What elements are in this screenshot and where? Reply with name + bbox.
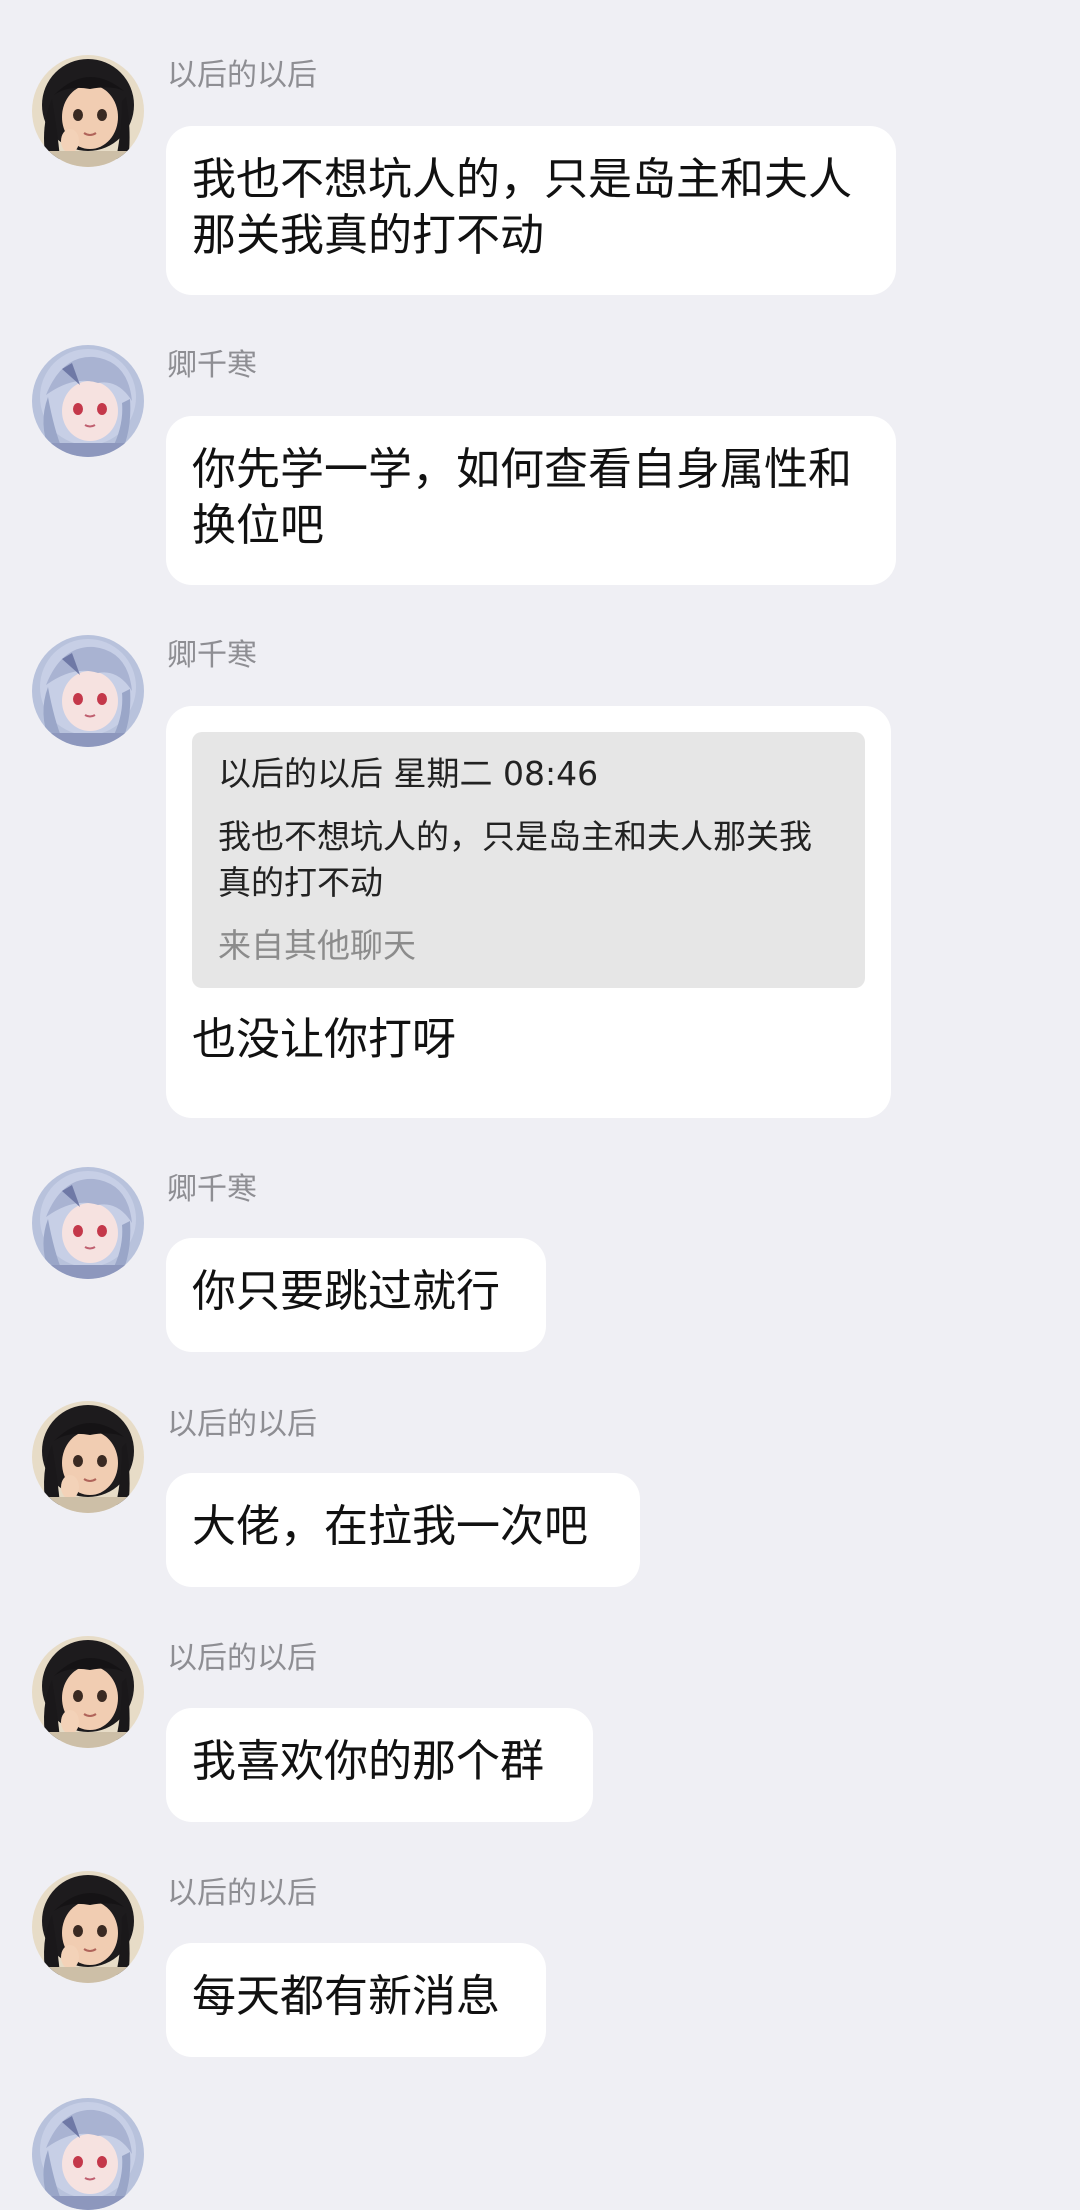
dark-haired-girl-avatar-icon — [32, 1401, 144, 1513]
quote-source: 来自其他聊天 — [218, 926, 416, 965]
message-text: 我也不想坑人的，只是岛主和夫人那关我真的打不动 — [192, 154, 852, 261]
dark-haired-girl-avatar-icon — [32, 55, 144, 167]
quote-body: 我也不想坑人的，只是岛主和夫人那关我真的打不动 — [218, 817, 812, 902]
quote-header: 以后的以后 星期二 08:46 — [218, 754, 599, 793]
message-bubble[interactable]: 我喜欢你的那个群 — [166, 1708, 593, 1822]
sender-name: 以后的以后 — [167, 58, 317, 93]
message-bubble[interactable]: 大佬，在拉我一次吧 — [166, 1473, 640, 1587]
silver-haired-girl-avatar-icon — [32, 635, 144, 747]
sender-name: 卿千寒 — [167, 348, 257, 383]
silver-haired-girl-avatar-icon — [32, 1167, 144, 1279]
sender-name: 以后的以后 — [167, 1876, 317, 1911]
message-text: 你只要跳过就行 — [192, 1266, 500, 1317]
message-bubble[interactable]: 你先学一学，如何查看自身属性和换位吧 — [166, 416, 896, 585]
message-bubble[interactable]: 你只要跳过就行 — [166, 1238, 546, 1352]
avatar[interactable] — [32, 1636, 144, 1748]
avatar[interactable] — [32, 1871, 144, 1983]
avatar[interactable] — [32, 1401, 144, 1513]
message-bubble[interactable]: 以后的以后 星期二 08:46 我也不想坑人的，只是岛主和夫人那关我真的打不动 … — [166, 706, 891, 1118]
avatar[interactable] — [32, 635, 144, 747]
silver-haired-girl-avatar-icon — [32, 2098, 144, 2210]
message-text: 我喜欢你的那个群 — [192, 1736, 544, 1787]
message-text: 也没让你打呀 — [192, 1014, 456, 1065]
sender-name: 卿千寒 — [167, 1172, 257, 1207]
sender-name: 卿千寒 — [167, 638, 257, 673]
message-text: 大佬，在拉我一次吧 — [192, 1501, 588, 1552]
avatar[interactable] — [32, 55, 144, 167]
sender-name: 以后的以后 — [167, 1407, 317, 1442]
avatar[interactable] — [32, 2098, 144, 2210]
message-text: 你先学一学，如何查看自身属性和换位吧 — [192, 444, 852, 551]
message-bubble[interactable]: 每天都有新消息 — [166, 1943, 546, 2057]
avatar[interactable] — [32, 345, 144, 457]
dark-haired-girl-avatar-icon — [32, 1871, 144, 1983]
sender-name: 以后的以后 — [167, 1641, 317, 1676]
dark-haired-girl-avatar-icon — [32, 1636, 144, 1748]
message-text: 每天都有新消息 — [192, 1971, 500, 2022]
message-bubble[interactable]: 我也不想坑人的，只是岛主和夫人那关我真的打不动 — [166, 126, 896, 295]
silver-haired-girl-avatar-icon — [32, 345, 144, 457]
avatar[interactable] — [32, 1167, 144, 1279]
quoted-message[interactable]: 以后的以后 星期二 08:46 我也不想坑人的，只是岛主和夫人那关我真的打不动 … — [192, 732, 865, 988]
